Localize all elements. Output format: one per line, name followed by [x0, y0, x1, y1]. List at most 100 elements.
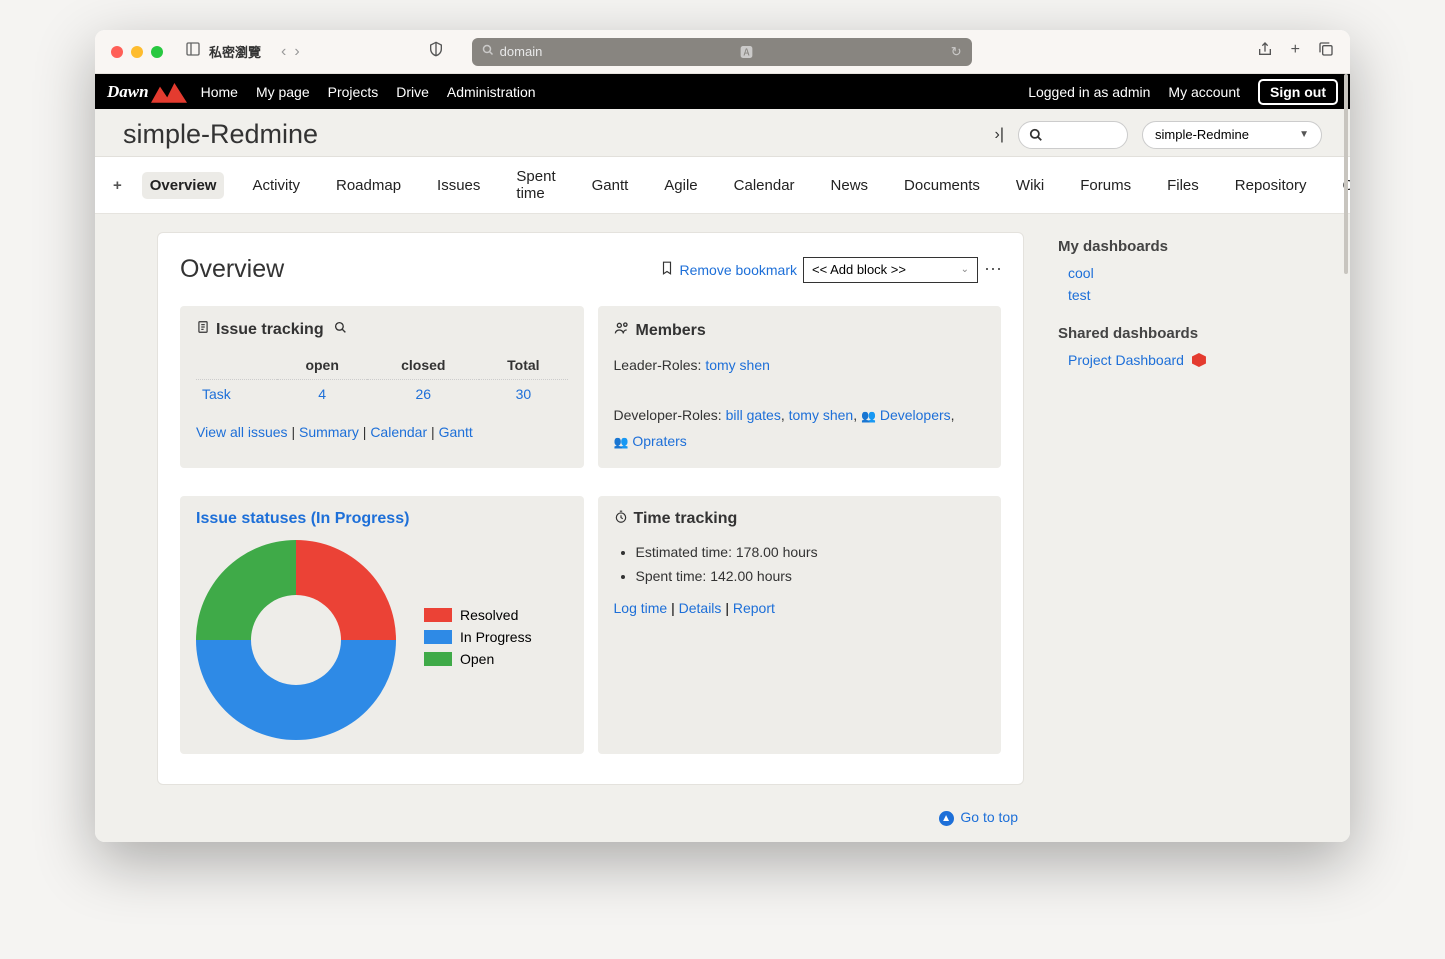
tabs-overview-icon[interactable] — [1318, 41, 1334, 62]
donut-chart — [196, 540, 396, 740]
chevron-down-icon: ▼ — [1299, 129, 1309, 140]
calendar-link[interactable]: Calendar — [370, 424, 427, 440]
legend-swatch — [424, 652, 452, 666]
dashboards-sidebar: My dashboards cool test Shared dashboard… — [1058, 232, 1328, 830]
tab-roadmap[interactable]: Roadmap — [328, 172, 409, 199]
tab-calendar[interactable]: Calendar — [726, 172, 803, 199]
leader-roles-label: Leader-Roles: — [614, 357, 702, 373]
tab-overview[interactable]: Overview — [142, 172, 225, 199]
tab-gantt[interactable]: Gantt — [584, 172, 637, 199]
tab-wiki[interactable]: Wiki — [1008, 172, 1052, 199]
nav-drive[interactable]: Drive — [396, 84, 429, 100]
gantt-link[interactable]: Gantt — [439, 424, 473, 440]
view-all-issues-link[interactable]: View all issues — [196, 424, 288, 440]
total-count[interactable]: 30 — [516, 386, 532, 402]
overview-card: Overview Remove bookmark << Add block >>… — [157, 232, 1024, 785]
block-title-text: Issue tracking — [216, 321, 324, 339]
report-link[interactable]: Report — [733, 600, 775, 616]
add-block-selector[interactable]: << Add block >> ⌄ — [803, 257, 978, 283]
my-account-link[interactable]: My account — [1168, 84, 1240, 100]
scrollbar[interactable] — [1344, 74, 1348, 274]
tab-documents[interactable]: Documents — [896, 172, 988, 199]
people-icon — [614, 320, 630, 341]
chevron-down-icon: ⌄ — [961, 264, 969, 275]
cube-icon — [1192, 353, 1206, 367]
more-menu-icon[interactable]: ⋯ — [984, 259, 1001, 280]
details-link[interactable]: Details — [679, 600, 722, 616]
estimated-time: Estimated time: 178.00 hours — [636, 541, 986, 565]
reader-icon[interactable]: 🅰 — [740, 42, 753, 61]
app-topbar: Dawn Home My page Projects Drive Adminis… — [95, 74, 1350, 109]
nav-administration[interactable]: Administration — [447, 84, 536, 100]
member-link[interactable]: tomy shen — [789, 407, 854, 423]
project-title: simple-Redmine — [123, 119, 318, 150]
tab-activity[interactable]: Activity — [244, 172, 308, 199]
share-icon[interactable] — [1257, 41, 1273, 62]
browser-window: 私密瀏覽 ‹ › domain 🅰 ↻ + Dawn — [95, 30, 1350, 842]
tab-repository[interactable]: Repository — [1227, 172, 1315, 199]
dashboard-link[interactable]: Project Dashboard — [1068, 352, 1328, 368]
tab-spent-time[interactable]: Spent time — [508, 163, 563, 207]
nav-projects[interactable]: Projects — [328, 84, 379, 100]
time-tracking-title: Time tracking — [634, 510, 738, 528]
minimize-window-button[interactable] — [131, 46, 143, 58]
search-input[interactable] — [1018, 121, 1128, 149]
remove-bookmark-link[interactable]: Remove bookmark — [680, 262, 798, 278]
group-link[interactable]: Developers — [880, 407, 951, 423]
developer-roles-label: Developer-Roles: — [614, 407, 722, 423]
new-tab-icon[interactable]: + — [1291, 41, 1300, 62]
forward-button[interactable]: › — [294, 43, 299, 61]
bookmark-icon[interactable] — [660, 261, 674, 278]
tab-issues[interactable]: Issues — [429, 172, 488, 199]
project-selector[interactable]: simple-Redmine ▼ — [1142, 121, 1322, 149]
tab-forums[interactable]: Forums — [1072, 172, 1139, 199]
members-block: Members Leader-Roles: tomy shen Develope… — [598, 306, 1002, 468]
sidebar-collapse-icon[interactable]: ›| — [995, 126, 1004, 144]
project-tabs: + Overview Activity Roadmap Issues Spent… — [95, 157, 1350, 214]
sign-out-button[interactable]: Sign out — [1258, 79, 1338, 105]
col-total: Total — [479, 351, 567, 380]
browser-titlebar: 私密瀏覽 ‹ › domain 🅰 ↻ + — [95, 30, 1350, 74]
refresh-icon[interactable]: ↻ — [951, 44, 962, 60]
col-open: open — [277, 351, 367, 380]
legend-swatch — [424, 630, 452, 644]
search-icon — [482, 44, 494, 59]
legend-item: Open — [424, 651, 532, 667]
chart-legend: Resolved In Progress Open — [424, 607, 532, 673]
issue-statuses-title[interactable]: Issue statuses (In Progress) — [196, 510, 409, 527]
zoom-icon[interactable] — [334, 321, 347, 339]
closed-count[interactable]: 26 — [416, 386, 432, 402]
sidebar-toggle-icon[interactable] — [185, 41, 201, 62]
nav-home[interactable]: Home — [201, 84, 238, 100]
add-tab-button[interactable]: + — [113, 177, 122, 194]
member-link[interactable]: tomy shen — [705, 357, 770, 373]
group-link[interactable]: Opraters — [632, 433, 686, 449]
app-logo[interactable]: Dawn — [107, 80, 187, 104]
address-bar[interactable]: domain 🅰 ↻ — [472, 38, 972, 66]
summary-link[interactable]: Summary — [299, 424, 359, 440]
log-time-link[interactable]: Log time — [614, 600, 668, 616]
close-window-button[interactable] — [111, 46, 123, 58]
clock-icon — [614, 510, 628, 529]
topbar-nav: Home My page Projects Drive Administrati… — [201, 84, 536, 100]
time-tracking-block: Time tracking Estimated time: 178.00 hou… — [598, 496, 1002, 754]
back-button[interactable]: ‹ — [281, 43, 286, 61]
privacy-shield-icon[interactable] — [428, 41, 444, 62]
member-link[interactable]: bill gates — [726, 407, 781, 423]
my-dashboards-heading: My dashboards — [1058, 238, 1328, 255]
tab-agile[interactable]: Agile — [656, 172, 705, 199]
open-count[interactable]: 4 — [318, 386, 326, 402]
go-to-top-link[interactable]: Go to top — [960, 809, 1018, 825]
dashboard-link[interactable]: cool — [1068, 265, 1328, 281]
tab-news[interactable]: News — [823, 172, 877, 199]
logged-in-label: Logged in as admin — [1028, 84, 1150, 100]
dashboard-link[interactable]: test — [1068, 287, 1328, 303]
nav-my-page[interactable]: My page — [256, 84, 310, 100]
legend-swatch — [424, 608, 452, 622]
tab-files[interactable]: Files — [1159, 172, 1207, 199]
maximize-window-button[interactable] — [151, 46, 163, 58]
private-browsing-label: 私密瀏覽 — [209, 42, 261, 61]
traffic-lights — [111, 46, 163, 58]
tracker-task-link[interactable]: Task — [202, 386, 231, 402]
legend-item: Resolved — [424, 607, 532, 623]
